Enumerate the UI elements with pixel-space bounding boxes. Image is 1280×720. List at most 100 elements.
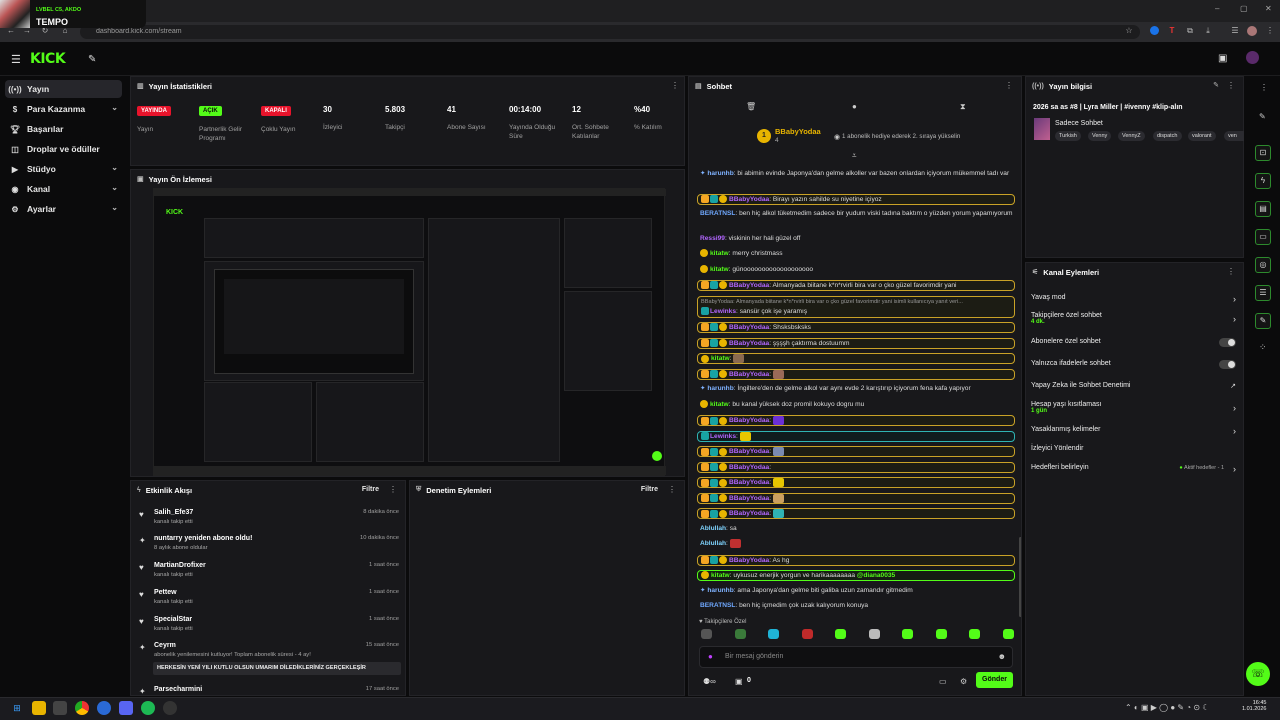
chat-message[interactable]: BBabyYodaa: Birayı yazın sahilde su niye… — [697, 193, 1015, 205]
chat-username[interactable]: BBabyYodaa — [729, 557, 769, 564]
action-subscribers-only[interactable]: Abonelere özel sohbet — [1031, 338, 1236, 347]
kebab-icon[interactable]: ⋮ — [668, 485, 676, 494]
chat-username[interactable]: BERATNSL — [700, 602, 735, 609]
chat-username[interactable]: Ressi99 — [700, 235, 725, 242]
chat-message[interactable]: BBabyYodaa: As hg — [697, 554, 1015, 566]
action-banned-words[interactable]: Yasaklanmış kelimeler › — [1031, 426, 1236, 436]
action-goals[interactable]: Hedefleri belirleyin ● Aktif hedefler - 1… — [1031, 464, 1236, 474]
sidebar-item-kanal[interactable]: ◉ Kanal ⌄ — [5, 180, 122, 198]
kebab-icon[interactable]: ⋮ — [1227, 267, 1235, 276]
chat-username[interactable]: BBabyYodaa — [729, 196, 769, 203]
chat-message[interactable]: BERATNSL: ben hiç içmedim çok uzak kalıy… — [697, 601, 1015, 612]
kebab-icon[interactable]: ⋮ — [671, 81, 679, 90]
hamburger-icon[interactable]: ☰ — [11, 53, 21, 66]
chat-username[interactable]: BBabyYodaa — [729, 448, 769, 455]
rail-button-tools[interactable]: ✎ — [1255, 313, 1271, 329]
toggle-switch[interactable] — [1219, 360, 1236, 369]
chat-message[interactable]: Lewinks: — [697, 430, 1015, 442]
chat-username[interactable]: Lewinks — [710, 433, 736, 440]
chat-username[interactable]: harunhb — [707, 587, 733, 594]
file-explorer-icon[interactable] — [32, 701, 46, 715]
send-button[interactable]: Gönder — [976, 672, 1013, 688]
profile-avatar[interactable] — [1247, 26, 1257, 36]
action-emote-only[interactable]: Yalnızca ifadelerle sohbet — [1031, 360, 1236, 369]
emote-button[interactable] — [868, 629, 880, 639]
chat-message[interactable]: BBabyYodaa: — [697, 508, 1015, 519]
action-slow-mode[interactable]: Yavaş mod › — [1031, 294, 1236, 304]
chat-username[interactable]: harunhb — [707, 385, 733, 392]
preview-video[interactable]: KICK — [153, 188, 666, 476]
chat-username[interactable]: kitatw — [710, 401, 729, 408]
action-followers-only[interactable]: Takipçilere özel sohbet 4 dk. › — [1031, 312, 1236, 325]
chat-username[interactable]: Ablullah — [700, 525, 726, 532]
wrench-icon[interactable]: ✎ — [88, 54, 96, 65]
url-field[interactable]: dashboard.kick.com/stream — [80, 25, 1140, 39]
category-name[interactable]: Sadece Sohbet — [1055, 120, 1103, 127]
chat-username[interactable]: kitatw — [711, 572, 730, 579]
chat-input[interactable]: ● Bir mesaj gönderin ☻ — [699, 646, 1013, 668]
emote-button[interactable] — [902, 629, 913, 639]
stream-tag[interactable]: Venny — [1088, 131, 1112, 141]
emote-button[interactable] — [935, 629, 947, 639]
points-icon[interactable]: ▣ — [735, 677, 743, 686]
chat-message[interactable]: Ressi99: viskinin her hali güzel off — [697, 234, 1015, 245]
rail-button-scenes[interactable]: ⊡ — [1255, 145, 1271, 161]
rail-button-notes[interactable]: ▤ — [1255, 201, 1271, 217]
kebab-icon[interactable]: ⋮ — [1005, 81, 1013, 90]
chat-username[interactable]: BBabyYodaa — [729, 479, 769, 486]
chat-message[interactable]: kitatw: bu kanal yüksek doz promil kokuy… — [697, 399, 1015, 411]
extensions-puzzle-icon[interactable]: ⧉ — [1185, 26, 1195, 36]
emote-button[interactable] — [734, 629, 746, 639]
sidebar-item-basarilar[interactable]: 🏆︎ Başarılar — [5, 120, 122, 138]
more-icon[interactable]: ⋮ — [1265, 26, 1275, 36]
app-icon[interactable] — [53, 701, 67, 715]
rail-button-broadcast[interactable]: ◎ — [1255, 257, 1271, 273]
chat-username[interactable]: BERATNSL — [700, 210, 735, 217]
chat-message[interactable]: Ablullah: sa — [697, 524, 1015, 535]
kick-logo[interactable]: KICK — [30, 51, 66, 67]
chat-scrollbar[interactable] — [1019, 537, 1021, 617]
chat-settings-icon[interactable]: ▭ — [939, 677, 947, 686]
steam-icon[interactable] — [97, 701, 111, 715]
chat-message[interactable]: BBabyYodaa: — [697, 492, 1015, 504]
emote-button[interactable] — [801, 629, 813, 639]
chat-message[interactable]: kitatw: günooooooooooooooooooo — [697, 264, 1015, 276]
chat-message[interactable]: ✦ harunhb: İngiltere'den de gelme alkol … — [697, 384, 1015, 395]
chat-username[interactable]: harunhb — [707, 170, 733, 177]
stream-tag[interactable]: Turkish — [1055, 131, 1081, 141]
emoji-icon[interactable]: ☻ — [998, 652, 1006, 661]
filter-button[interactable]: Filtre — [641, 486, 658, 493]
chat-message[interactable]: kitatw: — [697, 353, 1015, 364]
extension-icon[interactable]: T — [1167, 26, 1177, 36]
chat-message[interactable]: BBabyYodaa: — [697, 368, 1015, 380]
toggle-switch[interactable] — [1219, 338, 1236, 347]
emote-button[interactable] — [701, 629, 712, 639]
chat-message[interactable]: BBabyYodaa: Almanyada biitane k*n*rvirli… — [697, 280, 1015, 291]
support-chat-button[interactable]: ☏ — [1246, 662, 1270, 686]
stream-tag[interactable]: VennyZ — [1118, 131, 1145, 141]
camera-icon[interactable]: ▣ — [1218, 53, 1227, 64]
chat-username[interactable]: BBabyYodaa — [729, 417, 769, 424]
chat-message[interactable]: Ablullah: — [697, 539, 1015, 550]
users-icon[interactable]: ⚉∞ — [703, 677, 716, 686]
close-icon[interactable]: ✕ — [1265, 4, 1272, 13]
stream-tag[interactable]: ven — [1224, 131, 1244, 141]
minimize-icon[interactable]: – — [1215, 4, 1219, 13]
emote-button[interactable] — [969, 629, 980, 639]
sidebar-item-ayarlar[interactable]: ⚙ Ayarlar ⌄ — [5, 200, 122, 218]
filter-button[interactable]: Filtre — [362, 486, 379, 493]
chat-message[interactable]: ✦ harunhb: ama Japonya'dan gelme biti ga… — [697, 586, 1015, 597]
apps-icon[interactable]: ⁘ — [1259, 342, 1267, 353]
rail-button-chat[interactable]: ▭ — [1255, 229, 1271, 245]
chat-username[interactable]: BBabyYodaa — [729, 282, 769, 289]
chat-message[interactable]: BBabyYodaa: Almanyada biitane k*n*rvirli… — [697, 295, 1015, 318]
chat-message[interactable]: BBabyYodaa: — [697, 477, 1015, 488]
sidebar-item-studyo[interactable]: ▶ Stüdyo ⌄ — [5, 160, 122, 178]
browser-tab[interactable]: LVBEL C5, AKDO TEMPO — [0, 0, 146, 28]
maximize-icon[interactable]: ▢ — [1240, 4, 1248, 13]
sidebar-item-para-kazanma[interactable]: $ Para Kazanma ⌄ — [5, 100, 122, 118]
kebab-icon[interactable]: ⋮ — [1260, 83, 1268, 92]
chat-username[interactable]: BBabyYodaa — [729, 495, 769, 502]
emote-button[interactable] — [835, 629, 846, 639]
tray-icons[interactable]: ⌃ ◐ ▣ ▶ ◯ ● ✎ ◔ ⊙ ☾ — [1125, 703, 1209, 712]
